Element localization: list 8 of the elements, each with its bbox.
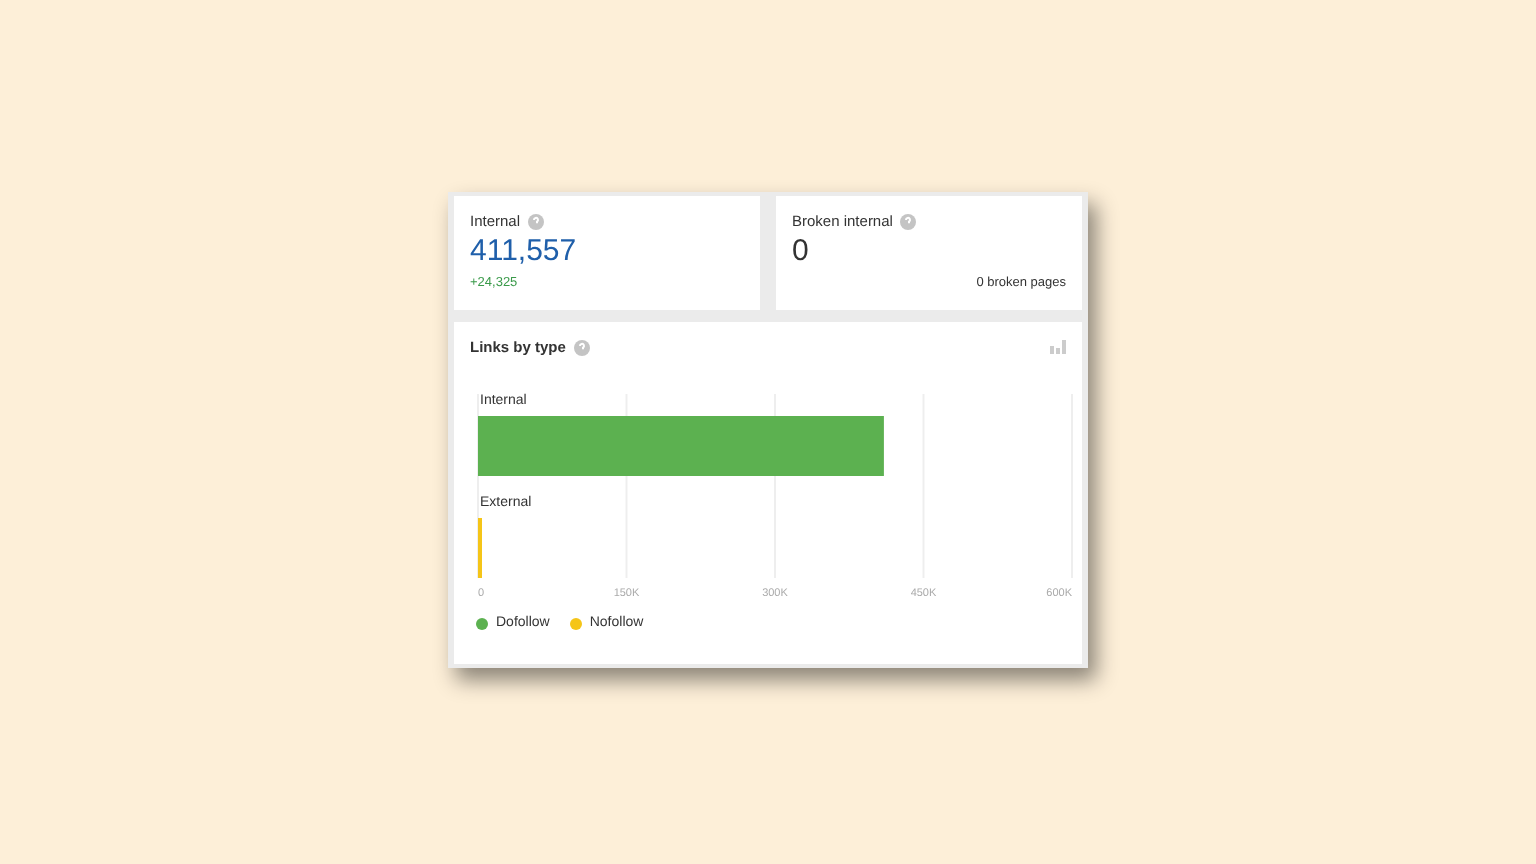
help-icon[interactable]: [528, 213, 545, 229]
legend-dot: [476, 617, 488, 629]
help-icon[interactable]: [900, 213, 917, 229]
help-icon[interactable]: [573, 339, 590, 355]
metric-value[interactable]: 411,557: [470, 236, 577, 268]
bar-chart-icon[interactable]: [1050, 340, 1066, 354]
metric-value: 0: [792, 236, 809, 268]
legend-dot: [569, 617, 582, 629]
